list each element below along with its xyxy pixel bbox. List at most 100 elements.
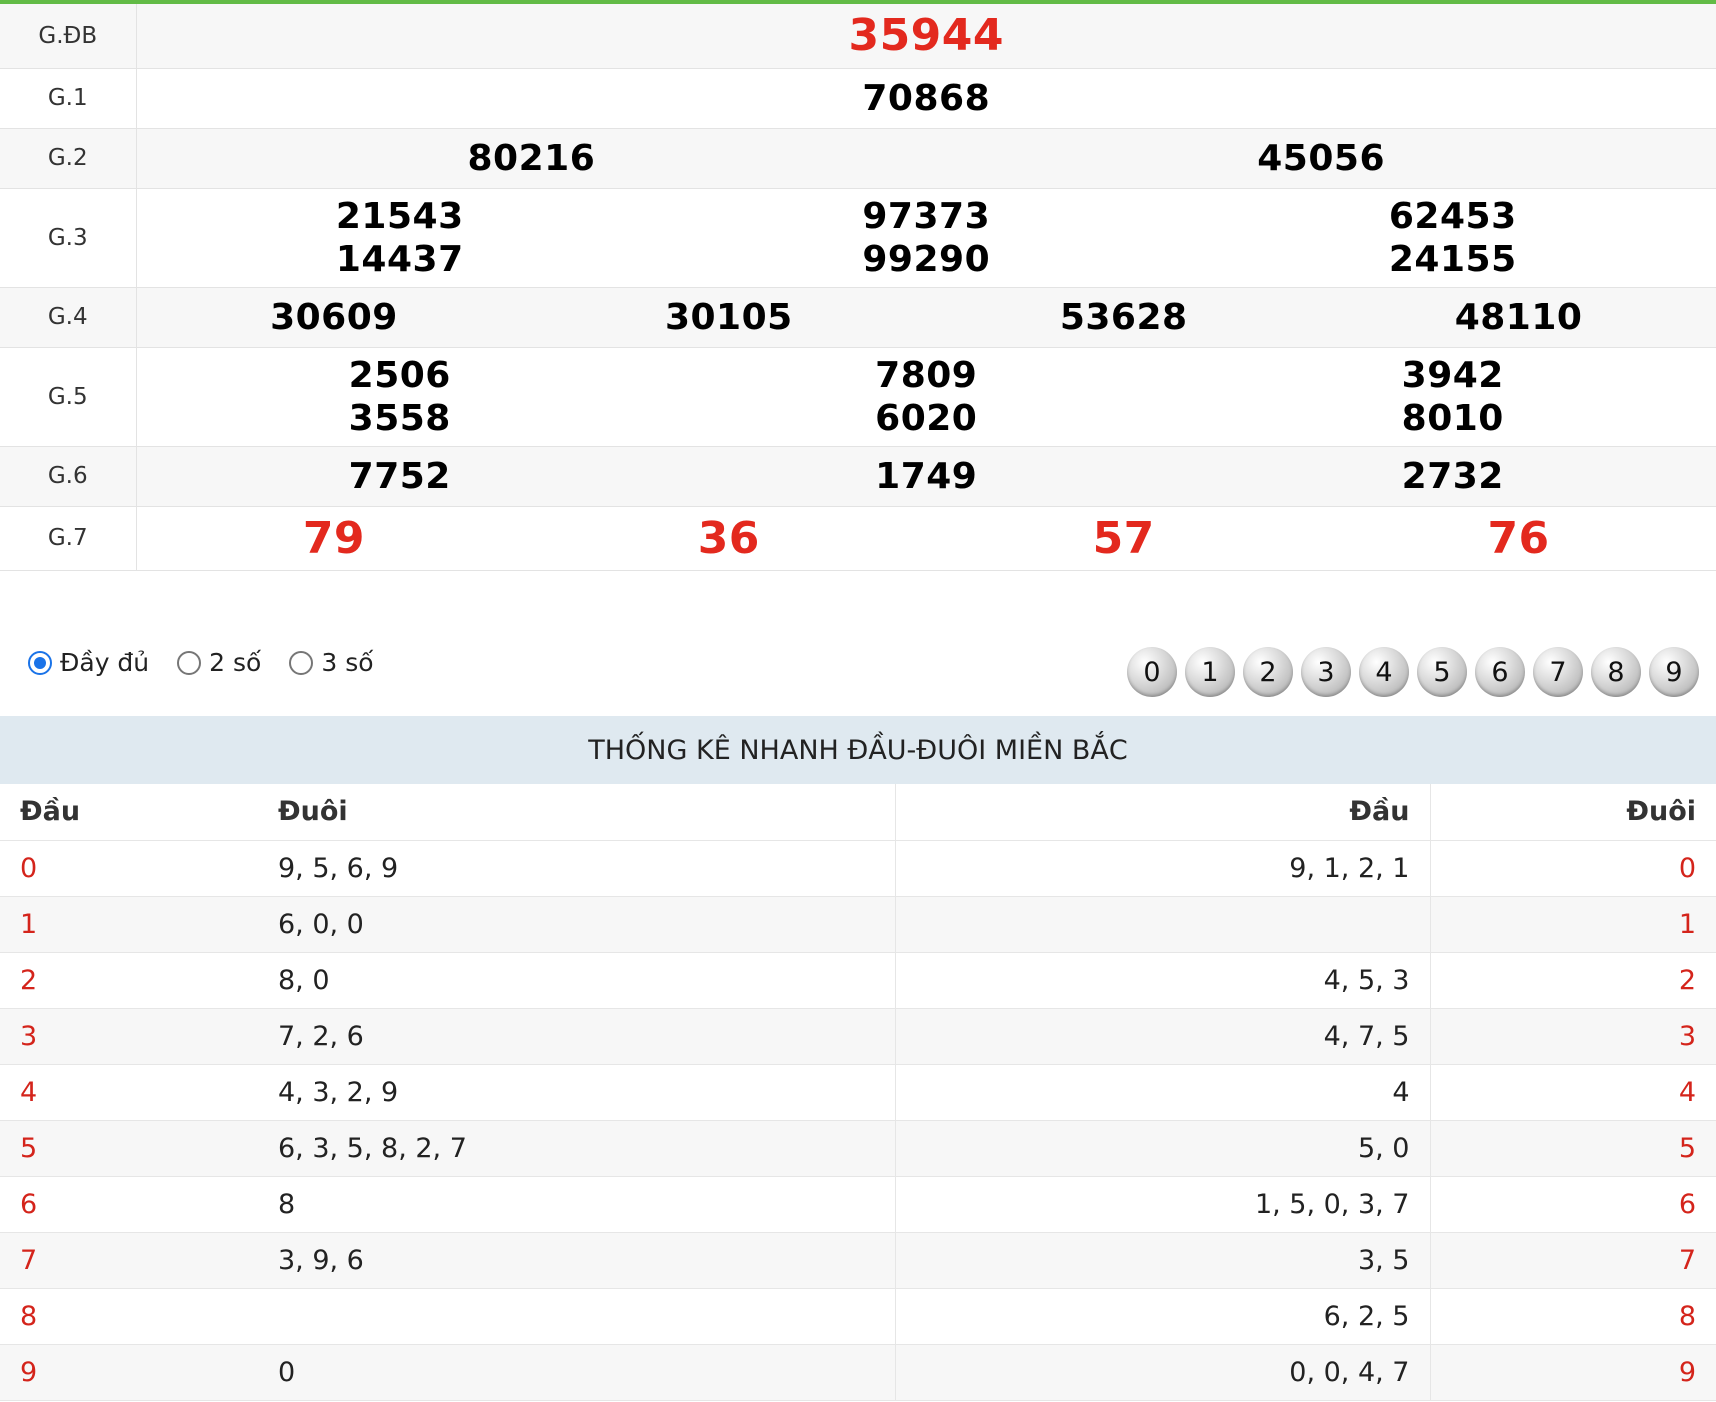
digit-ball-9[interactable]: 9	[1649, 647, 1699, 697]
prize-number: 21543	[335, 195, 464, 237]
prize-number: 14437	[335, 238, 464, 280]
head-list: 1, 5, 0, 3, 7	[894, 1176, 1430, 1233]
stats-row: 6 8 1, 5, 0, 3, 76	[0, 1176, 1716, 1233]
tail-list: 0	[258, 1344, 895, 1401]
tail-list: 3, 9, 6	[258, 1232, 895, 1289]
header-tail-right: Đuôi	[1429, 784, 1716, 841]
radio-circle[interactable]	[289, 650, 314, 675]
prize-number: 76	[1487, 512, 1550, 564]
tail-list: 6, 3, 5, 8, 2, 7	[258, 1120, 895, 1177]
digit-ball-0[interactable]: 0	[1127, 647, 1177, 697]
prize-number: 30105	[664, 296, 793, 338]
prize-row: G.3 21543 14437 97373 99290 62453 24155	[0, 188, 1716, 288]
prize-number: 7752	[348, 455, 451, 497]
prize-number: 57	[1092, 512, 1155, 564]
prize-number: 99290	[862, 238, 991, 280]
prize-row: G.6 7752 1749 2732	[0, 446, 1716, 507]
head-digit: 0	[0, 840, 258, 897]
prize-label: G.2	[0, 128, 137, 189]
stats-row: 9 0 0, 0, 4, 79	[0, 1344, 1716, 1401]
prize-number: 36	[697, 512, 760, 564]
head-list: 4, 7, 5	[894, 1008, 1430, 1065]
head-digit: 9	[0, 1344, 258, 1401]
prize-number: 7809	[875, 354, 978, 396]
header-head-right: Đầu	[894, 784, 1430, 841]
prize-number: 97373	[862, 195, 991, 237]
head-list: 3, 5	[894, 1232, 1430, 1289]
radio-circle[interactable]	[177, 650, 202, 675]
view-option-radio[interactable]: Đầy đủ	[28, 648, 149, 677]
digit-ball-4[interactable]: 4	[1359, 647, 1409, 697]
prize-label: G.4	[0, 287, 137, 348]
prize-number: 70868	[862, 77, 991, 119]
stats-title: THỐNG KÊ NHANH ĐẦU-ĐUÔI MIỀN BẮC	[0, 716, 1716, 784]
prize-row: G.7 79 36 57 76	[0, 506, 1716, 571]
radio-label: 2 số	[209, 648, 262, 677]
prize-number: 48110	[1454, 296, 1583, 338]
head-digit: 4	[0, 1064, 258, 1121]
prize-number: 53628	[1059, 296, 1188, 338]
prize-row: G.5 2506 3558 7809 6020 3942 8010	[0, 347, 1716, 447]
stats-row: 0 9, 5, 6, 9 9, 1, 2, 10	[0, 840, 1716, 897]
tail-digit: 3	[1429, 1008, 1716, 1065]
head-list: 5, 0	[894, 1120, 1430, 1177]
tail-digit: 0	[1429, 840, 1716, 897]
prize-table: G.ĐB 35944 G.1 70868 G.2 80216 45056 G.3 21543 14…	[0, 4, 1716, 571]
head-digit: 2	[0, 952, 258, 1009]
digit-ball-5[interactable]: 5	[1417, 647, 1467, 697]
header-tail-left: Đuôi	[258, 784, 895, 841]
tail-digit: 9	[1429, 1344, 1716, 1401]
digit-ball-6[interactable]: 6	[1475, 647, 1525, 697]
head-digit: 7	[0, 1232, 258, 1289]
view-option-radio[interactable]: 3 số	[289, 648, 374, 677]
radio-circle[interactable]	[28, 650, 52, 675]
header-head-left: Đầu	[0, 784, 258, 841]
head-list: 4	[894, 1064, 1430, 1121]
tail-list: 7, 2, 6	[258, 1008, 895, 1065]
stats-row: 2 8, 0 4, 5, 32	[0, 952, 1716, 1009]
radio-label: 3 số	[321, 648, 374, 677]
head-digit: 8	[0, 1288, 258, 1345]
prize-number: 30609	[270, 296, 398, 338]
prize-label: G.ĐB	[0, 4, 137, 69]
head-list: 6, 2, 5	[894, 1288, 1430, 1345]
digit-ball-2[interactable]: 2	[1243, 647, 1293, 697]
tail-list: 6, 0, 0	[258, 896, 895, 953]
tail-digit: 8	[1429, 1288, 1716, 1345]
digit-ball-7[interactable]: 7	[1533, 647, 1583, 697]
head-digit: 6	[0, 1176, 258, 1233]
prize-row: G.2 80216 45056	[0, 128, 1716, 189]
stats-row: 3 7, 2, 6 4, 7, 53	[0, 1008, 1716, 1065]
head-digit: 5	[0, 1120, 258, 1177]
digit-ball-1[interactable]: 1	[1185, 647, 1235, 697]
stats-row: 5 6, 3, 5, 8, 2, 7 5, 05	[0, 1120, 1716, 1177]
radio-label: Đầy đủ	[60, 648, 150, 677]
digit-ball-3[interactable]: 3	[1301, 647, 1351, 697]
head-digit: 3	[0, 1008, 258, 1065]
prize-number: 6020	[875, 397, 978, 439]
tail-digit: 4	[1429, 1064, 1716, 1121]
head-list: 0, 0, 4, 7	[894, 1344, 1430, 1401]
tail-digit: 7	[1429, 1232, 1716, 1289]
prize-number: 62453	[1388, 195, 1517, 237]
prize-number: 1749	[875, 455, 978, 497]
tail-digit: 5	[1429, 1120, 1716, 1177]
stats-row: 8 6, 2, 58	[0, 1288, 1716, 1345]
digit-ball-8[interactable]: 8	[1591, 647, 1641, 697]
view-mode-radio-group: Đầy đủ 2 số 3 số	[28, 648, 374, 677]
tail-list: 4, 3, 2, 9	[258, 1064, 895, 1121]
stats-row: 1 6, 0, 01	[0, 896, 1716, 953]
digit-filter-balls: 0123456789	[1127, 647, 1699, 697]
stats-row: 7 3, 9, 6 3, 57	[0, 1232, 1716, 1289]
prize-number: 3558	[348, 397, 451, 439]
head-list	[894, 896, 1430, 953]
prize-number: 8010	[1401, 397, 1504, 439]
prize-label: G.5	[0, 347, 137, 447]
prize-number: 80216	[467, 137, 596, 179]
prize-number: 3942	[1401, 354, 1504, 396]
prize-number: 79	[302, 512, 366, 564]
view-option-radio[interactable]: 2 số	[177, 648, 261, 677]
head-tail-stats-table: Đầu Đuôi Đầu Đuôi 0 9, 5, 6, 9 9, 1, 2, 10…	[0, 784, 1716, 1401]
prize-label: G.3	[0, 188, 137, 288]
prize-row: G.4 30609 30105 53628 48110	[0, 287, 1716, 348]
